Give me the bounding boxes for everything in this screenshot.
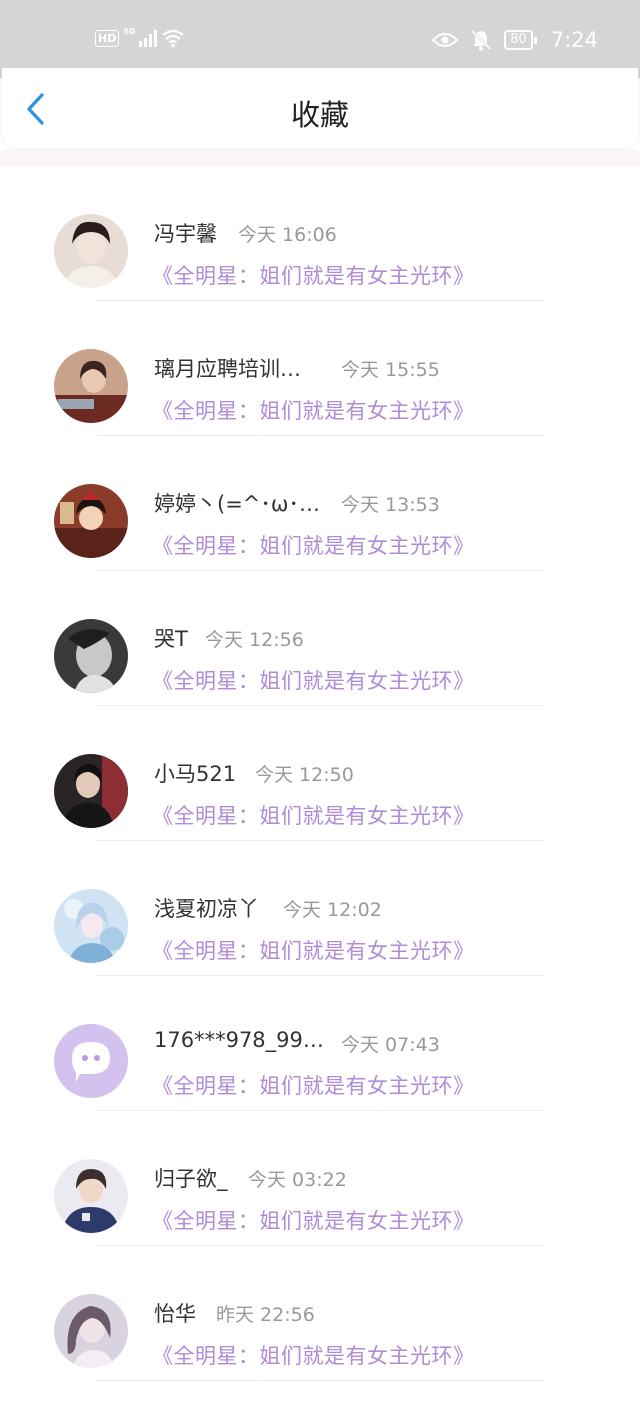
avatar[interactable] xyxy=(54,754,128,828)
header-divider xyxy=(0,150,640,166)
list-item[interactable]: 176***978_99… 今天 07:43 《全明星：姐们就是有女主光环》 xyxy=(0,976,640,1111)
status-left: HD 5G xyxy=(95,26,185,48)
network-type: 5G xyxy=(123,26,136,36)
status-time: 7:24 xyxy=(550,28,598,52)
timestamp: 今天 12:02 xyxy=(283,899,382,921)
user-name: 冯宇馨 xyxy=(154,222,217,246)
favorite-subject-link[interactable]: 《全明星：姐们就是有女主光环》 xyxy=(152,1340,475,1370)
hd-badge: HD xyxy=(95,29,120,47)
list-item[interactable]: 归子欲_ 今天 03:22 《全明星：姐们就是有女主光环》 xyxy=(0,1111,640,1246)
timestamp: 昨天 22:56 xyxy=(216,1304,315,1326)
timestamp: 今天 15:55 xyxy=(341,359,440,381)
signal-icon xyxy=(139,29,158,47)
favorite-subject-link[interactable]: 《全明星：姐们就是有女主光环》 xyxy=(152,395,475,425)
favorite-subject-link[interactable]: 《全明星：姐们就是有女主光环》 xyxy=(152,260,475,290)
nav-bar: 收藏 xyxy=(2,68,638,148)
user-name: 哭T xyxy=(154,627,188,651)
list-item[interactable]: 璃月应聘培训… 今天 15:55 《全明星：姐们就是有女主光环》 xyxy=(0,301,640,436)
timestamp: 今天 16:06 xyxy=(238,224,337,246)
battery-indicator: 80 xyxy=(504,30,537,50)
avatar[interactable] xyxy=(54,1024,128,1098)
avatar[interactable] xyxy=(54,1294,128,1368)
status-bar: HD 5G 80 7:24 xyxy=(0,0,640,78)
avatar[interactable] xyxy=(54,484,128,558)
favorite-subject-link[interactable]: 《全明星：姐们就是有女主光环》 xyxy=(152,665,475,695)
user-name: 小马521 xyxy=(154,762,237,786)
timestamp: 今天 13:53 xyxy=(341,494,440,516)
timestamp: 今天 03:22 xyxy=(248,1169,347,1191)
favorite-subject-link[interactable]: 《全明星：姐们就是有女主光环》 xyxy=(152,530,475,560)
list-item[interactable]: 冯宇馨 今天 16:06 《全明星：姐们就是有女主光环》 xyxy=(0,166,640,301)
favorite-subject-link[interactable]: 《全明星：姐们就是有女主光环》 xyxy=(152,1205,475,1235)
avatar[interactable] xyxy=(54,214,128,288)
mute-bell-icon xyxy=(471,29,492,51)
user-name: 浅夏初凉丫 xyxy=(154,897,259,921)
user-name: 归子欲_ xyxy=(154,1167,228,1191)
user-name: 176***978_99… xyxy=(154,1028,324,1052)
timestamp: 今天 12:56 xyxy=(205,629,304,651)
avatar[interactable] xyxy=(54,619,128,693)
wifi-icon xyxy=(162,29,185,48)
favorites-list: 冯宇馨 今天 16:06 《全明星：姐们就是有女主光环》 璃月应聘培训… 今天 15:5… xyxy=(0,166,640,1381)
favorite-subject-link[interactable]: 《全明星：姐们就是有女主光环》 xyxy=(152,935,475,965)
list-item[interactable]: 浅夏初凉丫 今天 12:02 《全明星：姐们就是有女主光环》 xyxy=(0,841,640,976)
user-name: 怡华 xyxy=(154,1302,196,1326)
status-right: 80 7:24 xyxy=(432,28,598,52)
timestamp: 今天 12:50 xyxy=(255,764,354,786)
favorite-subject-link[interactable]: 《全明星：姐们就是有女主光环》 xyxy=(152,800,475,830)
favorite-subject-link[interactable]: 《全明星：姐们就是有女主光环》 xyxy=(152,1070,475,1100)
avatar[interactable] xyxy=(54,1159,128,1233)
timestamp: 今天 07:43 xyxy=(341,1034,440,1056)
user-name: 婷婷丶(=^･ω･… xyxy=(154,492,320,516)
page-title: 收藏 xyxy=(290,98,349,132)
list-item[interactable]: 婷婷丶(=^･ω･… 今天 13:53 《全明星：姐们就是有女主光环》 xyxy=(0,436,640,571)
list-item[interactable]: 怡华 昨天 22:56 《全明星：姐们就是有女主光环》 xyxy=(0,1246,640,1381)
avatar[interactable] xyxy=(54,349,128,423)
eye-icon xyxy=(432,33,459,47)
user-name: 璃月应聘培训… xyxy=(154,357,301,381)
list-item[interactable]: 小马521 今天 12:50 《全明星：姐们就是有女主光环》 xyxy=(0,706,640,841)
row-divider xyxy=(96,1380,544,1381)
avatar[interactable] xyxy=(54,889,128,963)
list-item[interactable]: 哭T 今天 12:56 《全明星：姐们就是有女主光环》 xyxy=(0,571,640,706)
